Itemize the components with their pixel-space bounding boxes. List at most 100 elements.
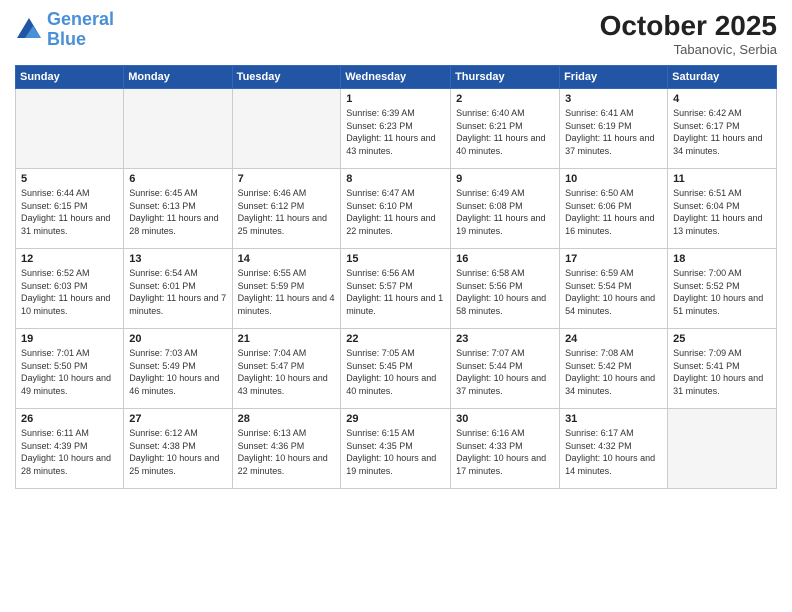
calendar-header-row: Sunday Monday Tuesday Wednesday Thursday… [16, 66, 777, 89]
day-number: 31 [565, 413, 662, 425]
day-info: Sunrise: 6:49 AM Sunset: 6:08 PM Dayligh… [456, 187, 554, 237]
day-number: 7 [238, 173, 336, 185]
logo: General Blue [15, 10, 114, 50]
day-cell: 4 Sunrise: 6:42 AM Sunset: 6:17 PM Daylig… [668, 89, 777, 169]
day-number: 21 [238, 333, 336, 345]
day-number: 4 [673, 93, 771, 105]
day-cell: 29 Sunrise: 6:15 AM Sunset: 4:35 PM Dayli… [341, 409, 451, 489]
col-friday: Friday [560, 66, 668, 89]
page-header: General Blue October 2025 Tabanovic, Ser… [15, 10, 777, 57]
day-info: Sunrise: 6:50 AM Sunset: 6:06 PM Dayligh… [565, 187, 662, 237]
day-cell: 31 Sunrise: 6:17 AM Sunset: 4:32 PM Dayli… [560, 409, 668, 489]
day-number: 2 [456, 93, 554, 105]
day-number: 12 [21, 253, 118, 265]
day-info: Sunrise: 6:17 AM Sunset: 4:32 PM Dayligh… [565, 427, 662, 477]
col-monday: Monday [124, 66, 232, 89]
day-cell [668, 409, 777, 489]
day-info: Sunrise: 7:04 AM Sunset: 5:47 PM Dayligh… [238, 347, 336, 397]
day-info: Sunrise: 7:08 AM Sunset: 5:42 PM Dayligh… [565, 347, 662, 397]
day-info: Sunrise: 6:46 AM Sunset: 6:12 PM Dayligh… [238, 187, 336, 237]
week-row-5: 26Sunrise: 6:11 AM Sunset: 4:39 PM Dayli… [16, 409, 777, 489]
day-number: 19 [21, 333, 118, 345]
day-cell: 5 Sunrise: 6:44 AM Sunset: 6:15 PM Daylig… [16, 169, 124, 249]
day-info: Sunrise: 6:56 AM Sunset: 5:57 PM Dayligh… [346, 267, 445, 317]
day-cell: 13 Sunrise: 6:54 AM Sunset: 6:01 PM Dayli… [124, 249, 232, 329]
col-thursday: Thursday [451, 66, 560, 89]
day-number: 9 [456, 173, 554, 185]
day-cell: 6 Sunrise: 6:45 AM Sunset: 6:13 PM Daylig… [124, 169, 232, 249]
day-number: 23 [456, 333, 554, 345]
day-number: 10 [565, 173, 662, 185]
logo-icon [15, 16, 43, 44]
day-cell [232, 89, 341, 169]
day-cell: 28 Sunrise: 6:13 AM Sunset: 4:36 PM Dayli… [232, 409, 341, 489]
day-cell: 20Sunrise: 7:03 AM Sunset: 5:49 PM Dayli… [124, 329, 232, 409]
day-cell: 26Sunrise: 6:11 AM Sunset: 4:39 PM Dayli… [16, 409, 124, 489]
day-number: 28 [238, 413, 336, 425]
day-cell: 27 Sunrise: 6:12 AM Sunset: 4:38 PM Dayli… [124, 409, 232, 489]
day-number: 24 [565, 333, 662, 345]
main-container: General Blue October 2025 Tabanovic, Ser… [0, 0, 792, 612]
col-sunday: Sunday [16, 66, 124, 89]
day-info: Sunrise: 6:55 AM Sunset: 5:59 PM Dayligh… [238, 267, 336, 317]
day-number: 18 [673, 253, 771, 265]
day-number: 27 [129, 413, 226, 425]
day-number: 26 [21, 413, 118, 425]
month-title: October 2025 [600, 10, 777, 42]
day-number: 1 [346, 93, 445, 105]
day-info: Sunrise: 6:52 AM Sunset: 6:03 PM Dayligh… [21, 267, 118, 317]
day-cell: 7 Sunrise: 6:46 AM Sunset: 6:12 PM Daylig… [232, 169, 341, 249]
day-number: 5 [21, 173, 118, 185]
day-cell: 1Sunrise: 6:39 AM Sunset: 6:23 PM Daylig… [341, 89, 451, 169]
day-number: 30 [456, 413, 554, 425]
day-info: Sunrise: 6:42 AM Sunset: 6:17 PM Dayligh… [673, 107, 771, 157]
week-row-2: 5 Sunrise: 6:44 AM Sunset: 6:15 PM Daylig… [16, 169, 777, 249]
day-number: 6 [129, 173, 226, 185]
day-cell: 17Sunrise: 6:59 AM Sunset: 5:54 PM Dayli… [560, 249, 668, 329]
day-info: Sunrise: 6:45 AM Sunset: 6:13 PM Dayligh… [129, 187, 226, 237]
day-cell: 21 Sunrise: 7:04 AM Sunset: 5:47 PM Dayli… [232, 329, 341, 409]
day-info: Sunrise: 6:40 AM Sunset: 6:21 PM Dayligh… [456, 107, 554, 157]
day-info: Sunrise: 7:00 AM Sunset: 5:52 PM Dayligh… [673, 267, 771, 317]
day-number: 11 [673, 173, 771, 185]
day-cell: 9 Sunrise: 6:49 AM Sunset: 6:08 PM Daylig… [451, 169, 560, 249]
calendar-table: Sunday Monday Tuesday Wednesday Thursday… [15, 65, 777, 489]
day-cell: 14 Sunrise: 6:55 AM Sunset: 5:59 PM Dayli… [232, 249, 341, 329]
day-cell: 8Sunrise: 6:47 AM Sunset: 6:10 PM Daylig… [341, 169, 451, 249]
day-info: Sunrise: 6:47 AM Sunset: 6:10 PM Dayligh… [346, 187, 445, 237]
day-number: 14 [238, 253, 336, 265]
day-cell: 23 Sunrise: 7:07 AM Sunset: 5:44 PM Dayli… [451, 329, 560, 409]
day-info: Sunrise: 6:12 AM Sunset: 4:38 PM Dayligh… [129, 427, 226, 477]
day-info: Sunrise: 6:44 AM Sunset: 6:15 PM Dayligh… [21, 187, 118, 237]
day-number: 29 [346, 413, 445, 425]
day-cell: 15Sunrise: 6:56 AM Sunset: 5:57 PM Dayli… [341, 249, 451, 329]
day-cell: 24 Sunrise: 7:08 AM Sunset: 5:42 PM Dayli… [560, 329, 668, 409]
day-info: Sunrise: 6:54 AM Sunset: 6:01 PM Dayligh… [129, 267, 226, 317]
day-info: Sunrise: 6:16 AM Sunset: 4:33 PM Dayligh… [456, 427, 554, 477]
day-info: Sunrise: 7:07 AM Sunset: 5:44 PM Dayligh… [456, 347, 554, 397]
day-cell [124, 89, 232, 169]
day-number: 13 [129, 253, 226, 265]
col-tuesday: Tuesday [232, 66, 341, 89]
title-block: October 2025 Tabanovic, Serbia [600, 10, 777, 57]
day-info: Sunrise: 7:05 AM Sunset: 5:45 PM Dayligh… [346, 347, 445, 397]
day-number: 22 [346, 333, 445, 345]
logo-text: General Blue [47, 10, 114, 50]
day-info: Sunrise: 6:51 AM Sunset: 6:04 PM Dayligh… [673, 187, 771, 237]
day-cell: 22 Sunrise: 7:05 AM Sunset: 5:45 PM Dayli… [341, 329, 451, 409]
week-row-3: 12 Sunrise: 6:52 AM Sunset: 6:03 PM Dayli… [16, 249, 777, 329]
day-info: Sunrise: 6:13 AM Sunset: 4:36 PM Dayligh… [238, 427, 336, 477]
day-cell: 30 Sunrise: 6:16 AM Sunset: 4:33 PM Dayli… [451, 409, 560, 489]
day-info: Sunrise: 7:09 AM Sunset: 5:41 PM Dayligh… [673, 347, 771, 397]
week-row-1: 1Sunrise: 6:39 AM Sunset: 6:23 PM Daylig… [16, 89, 777, 169]
day-number: 25 [673, 333, 771, 345]
day-number: 17 [565, 253, 662, 265]
week-row-4: 19Sunrise: 7:01 AM Sunset: 5:50 PM Dayli… [16, 329, 777, 409]
day-cell: 10 Sunrise: 6:50 AM Sunset: 6:06 PM Dayli… [560, 169, 668, 249]
day-info: Sunrise: 6:15 AM Sunset: 4:35 PM Dayligh… [346, 427, 445, 477]
day-cell: 18 Sunrise: 7:00 AM Sunset: 5:52 PM Dayli… [668, 249, 777, 329]
day-cell: 11 Sunrise: 6:51 AM Sunset: 6:04 PM Dayli… [668, 169, 777, 249]
day-cell: 16Sunrise: 6:58 AM Sunset: 5:56 PM Dayli… [451, 249, 560, 329]
day-info: Sunrise: 7:03 AM Sunset: 5:49 PM Dayligh… [129, 347, 226, 397]
location-subtitle: Tabanovic, Serbia [600, 42, 777, 57]
